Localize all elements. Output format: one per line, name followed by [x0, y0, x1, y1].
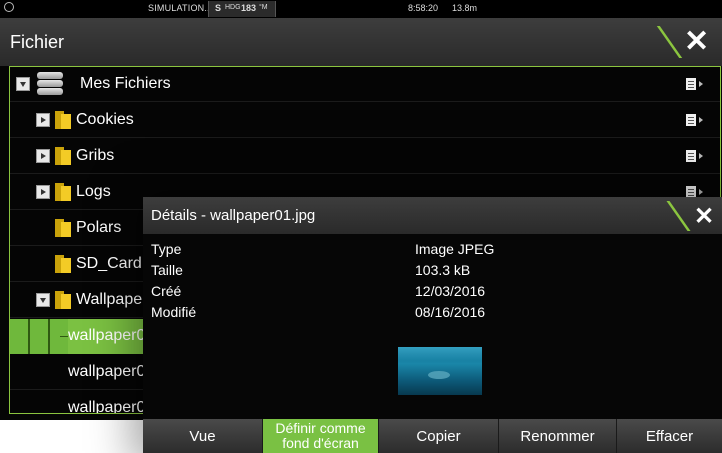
set-wallpaper-label-line2: fond d'écran — [282, 435, 359, 451]
document-menu-icon[interactable] — [686, 114, 696, 126]
close-icon[interactable]: ✕ — [684, 24, 709, 59]
folder-icon — [55, 183, 71, 201]
set-wallpaper-button[interactable]: Définir comme fond d'écran — [263, 419, 379, 453]
title-divider — [666, 201, 691, 231]
drive-icon — [37, 72, 63, 96]
rename-button[interactable]: Renommer — [499, 419, 617, 453]
tree-indent-line — [28, 319, 30, 354]
tree-indent-line — [48, 319, 50, 354]
menu-arrow-icon — [699, 153, 703, 159]
window-title: Fichier — [10, 32, 65, 52]
folder-icon — [55, 255, 71, 273]
collapse-icon[interactable] — [36, 293, 50, 307]
folder-icon — [55, 291, 71, 309]
heading-label: HDG — [225, 4, 241, 11]
tree-item-label: SD_Card — [76, 255, 142, 272]
modified-label: Modifié — [151, 304, 197, 320]
delete-button[interactable]: Effacer — [617, 419, 722, 453]
tree-item-label: Wallpaper — [76, 291, 148, 308]
size-value: 103.3 kB — [415, 262, 471, 278]
rename-button-label: Renommer — [520, 428, 595, 445]
details-title: Détails - wallpaper01.jpg — [151, 207, 316, 224]
type-value: Image JPEG — [415, 241, 495, 257]
expand-icon[interactable] — [36, 149, 50, 163]
close-icon[interactable]: ✕ — [694, 202, 714, 231]
simulation-indicator[interactable]: SIMULATION... — [148, 3, 212, 13]
copy-button[interactable]: Copier — [379, 419, 499, 453]
modified-value: 08/16/2016 — [415, 304, 486, 320]
globe-icon — [4, 2, 14, 12]
type-label: Type — [151, 241, 182, 257]
tree-item-label: wallpaper01 — [68, 327, 155, 344]
expand-icon[interactable] — [36, 113, 50, 127]
folder-icon — [55, 111, 71, 129]
document-menu-icon[interactable] — [686, 150, 696, 162]
delete-button-label: Effacer — [645, 428, 694, 445]
collapse-icon[interactable] — [16, 77, 30, 91]
menu-arrow-icon — [699, 117, 703, 123]
view-button-label: Vue — [189, 428, 216, 445]
heading-prefix: S — [215, 3, 222, 13]
menu-arrow-icon — [699, 189, 703, 195]
tree-item-label: wallpaper03 — [68, 399, 155, 414]
copy-button-label: Copier — [416, 428, 461, 445]
tree-connector — [60, 336, 68, 337]
heading-value: 183 — [241, 3, 257, 13]
file-window-titlebar: Fichier ✕ — [0, 18, 722, 66]
title-divider — [656, 26, 683, 58]
tree-item-label: Logs — [76, 183, 111, 200]
size-label: Taille — [151, 262, 183, 278]
tree-item-label: wallpaper02 — [68, 363, 155, 380]
heading-unit: °M — [259, 4, 268, 11]
tree-item-gribs[interactable]: Gribs — [10, 139, 720, 174]
tree-item-label: Polars — [76, 219, 122, 236]
menu-arrow-icon — [699, 81, 703, 87]
status-bar: SIMULATION... S HDG 183 °M 8:58:20 13.8m — [0, 0, 722, 18]
details-titlebar: Détails - wallpaper01.jpg ✕ — [143, 197, 722, 234]
heading-readout[interactable]: S HDG 183 °M — [208, 1, 276, 17]
tree-item-cookies[interactable]: Cookies — [10, 103, 720, 138]
tree-item-label: Gribs — [76, 147, 115, 164]
folder-icon — [55, 147, 71, 165]
view-button[interactable]: Vue — [143, 419, 263, 453]
created-value: 12/03/2016 — [415, 283, 486, 299]
tree-item-label: Cookies — [76, 111, 134, 128]
expand-icon[interactable] — [36, 185, 50, 199]
set-wallpaper-label-line1: Définir comme — [275, 420, 366, 436]
image-thumbnail — [398, 347, 482, 395]
folder-icon — [55, 219, 71, 237]
clock-time: 8:58:20 — [408, 3, 439, 13]
tree-item-label: Mes Fichiers — [80, 75, 171, 92]
action-bar: Vue Définir comme fond d'écran Copier Re… — [143, 419, 722, 453]
speed-readout: 13.8m — [452, 3, 478, 13]
details-dialog: Détails - wallpaper01.jpg ✕ Type Image J… — [143, 197, 722, 453]
tree-item-mes-fichiers[interactable]: Mes Fichiers — [10, 67, 720, 102]
created-label: Créé — [151, 283, 182, 299]
document-menu-icon[interactable] — [686, 78, 696, 90]
